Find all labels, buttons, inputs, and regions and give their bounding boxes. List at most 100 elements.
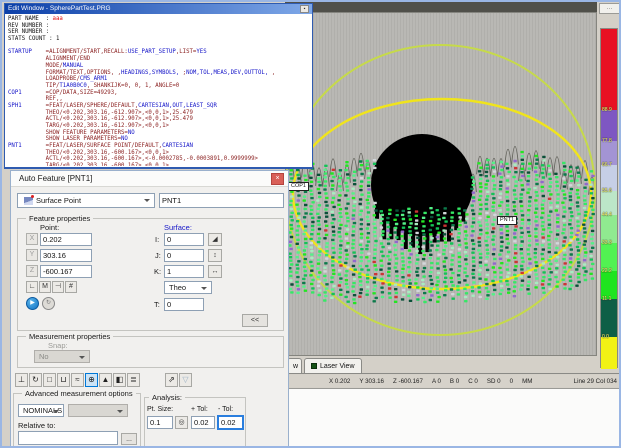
profile-button[interactable]: ⊔ xyxy=(57,373,70,387)
code-editor[interactable]: PART NAME : aaaREV NUMBER :SER NUMBER :S… xyxy=(5,14,312,166)
edit-window-title: Edit Window - SpherePartTest.PRG xyxy=(8,4,300,14)
edit-window-menu-button[interactable]: ▪ xyxy=(300,5,309,13)
surface-nominals-toggle-button[interactable]: M xyxy=(39,281,51,293)
status-item: C 0 xyxy=(468,378,478,385)
scale-tick-label: 66.7 xyxy=(602,162,612,168)
surface-k-input[interactable] xyxy=(164,265,204,278)
secondary-nominals-dropdown[interactable] xyxy=(68,404,128,417)
remeasure-button[interactable]: ↻ xyxy=(42,297,55,310)
point-density-button[interactable]: ≣ xyxy=(127,373,140,387)
code-line: TARG/<0.202,303.16,-600.167>,<0,0,1> xyxy=(8,163,309,166)
code-line: PART NAME : aaa xyxy=(8,16,309,23)
depth-button[interactable]: ▲ xyxy=(99,373,112,387)
snap-label: Snap: xyxy=(48,341,68,350)
k-label: K: xyxy=(154,267,161,276)
status-item: Z -600.167 xyxy=(393,378,423,385)
status-item: Line 29 Col 034 xyxy=(574,378,617,385)
minus-tol-label: - Tol: xyxy=(218,406,233,413)
plus-tol-input[interactable] xyxy=(191,416,215,429)
y-axis-button[interactable]: Y xyxy=(26,249,38,261)
surface-i-input[interactable] xyxy=(164,233,204,246)
t-label: T: xyxy=(154,300,160,309)
offset-button[interactable]: ◧ xyxy=(113,373,126,387)
edit-window-titlebar[interactable]: Edit Window - SpherePartTest.PRG ▪ xyxy=(5,4,312,14)
color-scale-options-button[interactable]: ··· xyxy=(599,3,620,14)
scale-tick-label: 55.6 xyxy=(602,188,612,194)
tab-partial-view[interactable]: w xyxy=(287,358,302,373)
feature-name-input[interactable] xyxy=(159,193,284,208)
t-value-input[interactable] xyxy=(164,298,204,311)
x-axis-button[interactable]: X xyxy=(26,233,38,245)
nominals-dropdown[interactable]: NOMINALS xyxy=(18,404,64,417)
status-item: X 0.202 xyxy=(329,378,350,385)
point-anchor-toggle-button[interactable]: ⊣ xyxy=(52,281,64,293)
report-pane xyxy=(285,388,621,448)
scale-tick-label: 22.2 xyxy=(602,268,612,274)
surface-j-input[interactable] xyxy=(164,249,204,262)
crosshair-target-button[interactable]: ⊕ xyxy=(85,373,98,387)
code-line: TARG/<0.202,303.16,-612.907>,<0,0,1> xyxy=(8,123,309,130)
screenshot-root: COP1 PNT1 ··· 88.977.866.755.644.433.322… xyxy=(0,0,621,448)
analysis-group: Analysis: Pt. Size: + Tol: - Tol: ◎ xyxy=(144,397,246,447)
point-option-toggle-row: ∟M⊣# xyxy=(26,281,77,293)
filter-button[interactable]: ▽ xyxy=(179,373,192,387)
advanced-options-group: Advanced measurement options NOMINALS Re… xyxy=(13,393,141,448)
sensor-probe-button[interactable]: ⊥ xyxy=(15,373,28,387)
scale-segment-red xyxy=(601,29,617,110)
code-line: ALIGNMENT/END xyxy=(8,56,309,63)
code-line: ACTL/<0.202,303.16,-600.167>,<-0.0002785… xyxy=(8,156,309,163)
relative-to-input[interactable] xyxy=(18,431,118,445)
view-tabbar: w Laser View xyxy=(285,358,621,374)
point-x-input[interactable] xyxy=(40,233,92,246)
zigzag-scan-button[interactable]: ≈ xyxy=(71,373,84,387)
flip-vector-icon[interactable]: ↕ xyxy=(208,249,222,262)
status-item: Y 303.16 xyxy=(359,378,384,385)
rotate-button[interactable]: ↻ xyxy=(29,373,42,387)
code-line: THEO/<0.202,303.16,-600.167>,<0,0,1> xyxy=(8,150,309,157)
minus-tol-input[interactable] xyxy=(218,416,243,429)
cop-label: COP1 xyxy=(288,182,309,191)
code-line: PNT1 =FEAT/LASER/SURFACE POINT/DEFAULT,C… xyxy=(8,143,309,150)
code-line: SHOW FEATURE PARAMETERS=NO xyxy=(8,130,309,137)
scale-segment-vivid-green xyxy=(601,271,617,299)
vector-from-cad-icon[interactable]: ◢ xyxy=(208,233,222,246)
scale-tick-label: 88.9 xyxy=(602,107,612,113)
nominals-value: NOMINALS xyxy=(23,406,62,415)
collapse-dialog-button[interactable]: << xyxy=(242,314,268,327)
test-point-button[interactable]: ▶ xyxy=(26,297,39,310)
snap-dropdown[interactable]: No xyxy=(34,350,90,363)
edit-window: Edit Window - SpherePartTest.PRG ▪ PART … xyxy=(4,3,313,169)
coordinate-toggle-button[interactable]: ∟ xyxy=(26,281,38,293)
status-item: 0 xyxy=(510,378,513,385)
pt-size-label: Pt. Size: xyxy=(147,406,173,413)
region-button[interactable]: □ xyxy=(43,373,56,387)
scale-segment-purple xyxy=(601,110,617,141)
grid-toggle-button[interactable]: # xyxy=(65,281,77,293)
z-axis-button[interactable]: Z xyxy=(26,265,38,277)
plus-tol-label: + Tol: xyxy=(191,406,208,413)
measurement-properties-group: Measurement properties Snap: No xyxy=(17,336,284,368)
vector-point-button[interactable]: ⇗ xyxy=(165,373,178,387)
scale-segment-light-green xyxy=(601,215,617,243)
tab-laser-view[interactable]: Laser View xyxy=(304,358,362,373)
dialog-titlebar[interactable]: Auto Feature [PNT1] × xyxy=(11,171,288,187)
analysis-view-icon[interactable]: ◎ xyxy=(175,416,188,429)
point-y-input[interactable] xyxy=(40,249,92,262)
dialog-title: Auto Feature [PNT1] xyxy=(19,174,271,183)
code-line: SPH1 =FEAT/LASER/SPHERE/DEFAULT,CARTESIA… xyxy=(8,103,309,110)
code-line: FORMAT/TEXT,OPTIONS, ,HEADINGS,SYMBOLS, … xyxy=(8,70,309,77)
code-line: TIP/T1A0B0C0, SHANKIJK=0, 0, 1, ANGLE=0 xyxy=(8,83,309,90)
feature-properties-group: Feature properties Point: Surface: X Y Z… xyxy=(17,218,284,331)
measurement-toolbar: ⊥↻□⊔≈⊕▲◧≣ ⇗▽ xyxy=(15,373,192,387)
graphics-viewport[interactable]: COP1 PNT1 xyxy=(285,12,597,356)
analysis-title: Analysis: xyxy=(149,393,185,402)
pt-size-input[interactable] xyxy=(147,416,173,429)
browse-button[interactable]: ... xyxy=(121,433,137,445)
close-icon[interactable]: × xyxy=(271,173,284,185)
normalize-vector-icon[interactable]: ↔ xyxy=(208,265,222,278)
code-line: STARTUP =ALIGNMENT/START,RECALL:USE_PART… xyxy=(8,49,309,56)
point-z-input[interactable] xyxy=(40,265,92,278)
theo-dropdown[interactable]: Theo xyxy=(164,281,212,294)
advanced-options-title: Advanced measurement options xyxy=(22,389,136,398)
feature-type-dropdown[interactable]: Surface Point xyxy=(17,193,155,208)
